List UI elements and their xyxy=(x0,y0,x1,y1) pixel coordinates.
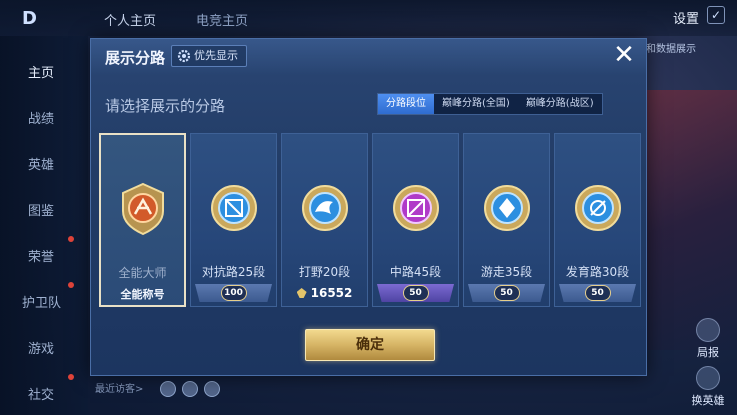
notification-dot xyxy=(68,236,74,242)
report-icon xyxy=(696,318,720,342)
tab-lane-rank[interactable]: 分路段位 xyxy=(378,94,434,114)
lane-card-name: 对抗路25段 xyxy=(201,265,266,279)
lane-card-name: 发育路30段 xyxy=(565,265,630,279)
avatar[interactable] xyxy=(204,381,220,397)
sidebar-item-codex[interactable]: 图鉴 xyxy=(28,200,54,219)
tab-peak-lane-region[interactable]: 巅峰分路(战区) xyxy=(518,94,602,114)
mid-lane-icon xyxy=(392,185,439,231)
lane-card-all-round[interactable]: 全能大师 全能称号 xyxy=(99,133,186,307)
peak-icon xyxy=(296,288,307,298)
data-display-label: 和数据展示 xyxy=(646,44,696,55)
hero-artwork xyxy=(640,90,737,350)
lane-filter-tabs: 分路段位 巅峰分路(全国) 巅峰分路(战区) xyxy=(377,93,603,115)
display-lane-dialog: 展示分路 优先显示 ✕ 请选择展示的分路 分路段位 巅峰分路(全国) 巅峰分路(… xyxy=(90,38,647,376)
gear-icon xyxy=(177,49,191,63)
lane-card-list: 全能大师 全能称号 对抗路25段 100 打野20段 16552 中路45段 5… xyxy=(99,133,643,307)
rank-bar: 100 xyxy=(195,284,272,302)
settings-button[interactable]: 设置 xyxy=(673,8,699,27)
sidebar-item-honor[interactable]: 荣誉 xyxy=(28,246,54,265)
lane-card-roam[interactable]: 游走35段 50 xyxy=(463,133,550,307)
clash-lane-icon xyxy=(210,185,257,231)
avatar[interactable] xyxy=(160,381,176,397)
report-label: 局报 xyxy=(697,346,719,359)
lane-card-name: 中路45段 xyxy=(389,265,442,279)
rank-badge: 50 xyxy=(584,285,611,301)
priority-display-label: 优先显示 xyxy=(194,49,238,62)
dialog-title: 展示分路 xyxy=(105,49,166,67)
sidebar-item-record[interactable]: 战绩 xyxy=(28,108,54,127)
tab-peak-lane-national[interactable]: 巅峰分路(全国) xyxy=(434,94,518,114)
avatar[interactable] xyxy=(182,381,198,397)
sidebar-item-heroes[interactable]: 英雄 xyxy=(28,154,54,173)
lane-card-name: 游走35段 xyxy=(480,265,533,279)
rank-badge: 50 xyxy=(402,285,429,301)
lane-card-name: 全能大师 xyxy=(118,266,167,280)
notification-dot xyxy=(68,282,74,288)
sidebar xyxy=(0,36,88,415)
confirm-button[interactable]: 确定 xyxy=(305,329,435,361)
screen: D 个人主页 电竞主页 设置 ✓ 和数据展示 局报 换英雄 主页 战绩 英雄 图… xyxy=(0,0,737,415)
lane-card-name: 打野20段 xyxy=(298,265,351,279)
rank-bar: 50 xyxy=(559,284,636,302)
swap-icon xyxy=(696,366,720,390)
peak-score-value: 16552 xyxy=(310,286,353,300)
sidebar-item-home[interactable]: 主页 xyxy=(28,62,54,81)
recent-visitors-link[interactable]: 最近访客> xyxy=(95,380,143,395)
roam-icon xyxy=(483,185,530,231)
sidebar-item-guard-team[interactable]: 护卫队 xyxy=(22,292,61,311)
app-logo: D xyxy=(22,8,37,29)
sidebar-item-social[interactable]: 社交 xyxy=(28,384,54,403)
all-round-icon xyxy=(121,182,164,236)
jungle-icon xyxy=(301,185,348,231)
rank-bar: 50 xyxy=(468,284,545,302)
all-round-title: 全能称号 xyxy=(120,288,165,301)
notification-dot xyxy=(68,374,74,380)
farm-lane-icon xyxy=(574,185,621,231)
priority-display-button[interactable]: 优先显示 xyxy=(171,45,247,67)
tab-personal-home[interactable]: 个人主页 xyxy=(104,10,156,29)
lane-card-jungle[interactable]: 打野20段 16552 xyxy=(281,133,368,307)
dialog-subtitle: 请选择展示的分路 xyxy=(105,97,226,115)
rank-bar: 50 xyxy=(377,284,454,302)
peak-score: 16552 xyxy=(282,286,367,300)
lane-card-clash[interactable]: 对抗路25段 100 xyxy=(190,133,277,307)
lane-card-mid[interactable]: 中路45段 50 xyxy=(372,133,459,307)
rank-badge: 50 xyxy=(493,285,520,301)
switch-hero-button[interactable]: 换英雄 xyxy=(686,366,730,408)
tab-esports-home[interactable]: 电竞主页 xyxy=(196,10,248,29)
rank-badge: 100 xyxy=(220,285,247,301)
close-icon[interactable]: ✕ xyxy=(611,42,637,69)
check-icon[interactable]: ✓ xyxy=(707,6,725,24)
report-button[interactable]: 局报 xyxy=(686,318,730,360)
switch-hero-label: 换英雄 xyxy=(691,394,725,407)
lane-card-farm[interactable]: 发育路30段 50 xyxy=(554,133,641,307)
sidebar-item-games[interactable]: 游戏 xyxy=(28,338,54,357)
